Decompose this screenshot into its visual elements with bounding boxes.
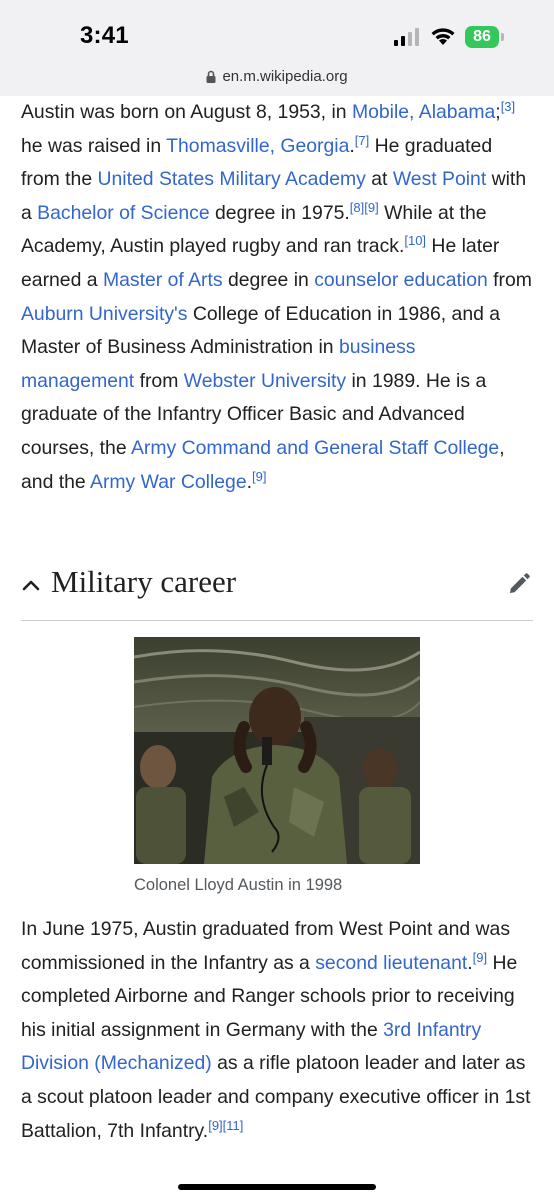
lock-icon <box>206 70 216 83</box>
text: from <box>134 369 184 392</box>
reference-9[interactable]: [9] <box>364 200 378 215</box>
status-time: 3:41 <box>80 22 129 49</box>
section-header-military-career[interactable]: Military career <box>21 560 533 621</box>
reference-11[interactable]: [11] <box>223 1118 244 1133</box>
status-bar: 3:41 86 en.m.wikipedia.org <box>0 0 554 96</box>
article-body-career: In June 1975, Austin graduated from West… <box>21 913 533 1148</box>
reference-9[interactable]: [9] <box>252 469 266 484</box>
photo-colonel-austin[interactable] <box>134 637 420 864</box>
cellular-signal-icon <box>394 28 419 46</box>
text: he was raised in <box>21 134 167 157</box>
reference-3[interactable]: [3] <box>501 99 515 114</box>
article-body: Austin was born on August 8, 1953, in Mo… <box>21 96 533 499</box>
battery-indicator: 86 <box>465 26 505 48</box>
link-west-point[interactable]: West Point <box>393 168 486 190</box>
link-second-lieutenant[interactable]: second lieutenant <box>315 952 467 974</box>
figure-caption: Colonel Lloyd Austin in 1998 <box>134 876 343 894</box>
link-thomasville-georgia[interactable]: Thomasville, Georgia <box>166 135 349 157</box>
reference-9[interactable]: [9] <box>473 950 487 965</box>
home-indicator[interactable] <box>178 1184 376 1190</box>
reference-8[interactable]: [8] <box>350 200 364 215</box>
link-army-war-college[interactable]: Army War College <box>90 471 247 493</box>
link-mobile-alabama[interactable]: Mobile, Alabama <box>352 101 495 123</box>
battery-level: 86 <box>465 26 499 48</box>
text: degree in <box>222 268 315 291</box>
reference-7[interactable]: [7] <box>355 133 369 148</box>
battery-tip <box>501 33 504 41</box>
link-army-command-general-staff-college[interactable]: Army Command and General Staff College <box>131 437 499 459</box>
career-paragraph: In June 1975, Austin graduated from West… <box>21 913 533 1148</box>
text: degree in 1975. <box>209 201 350 224</box>
reference-9[interactable]: [9] <box>208 1118 222 1133</box>
link-master-of-arts[interactable]: Master of Arts <box>103 269 223 291</box>
text: Austin was born on August 8, 1953, in <box>21 101 352 123</box>
link-auburn-university[interactable]: Auburn University's <box>21 303 187 325</box>
chevron-up-icon[interactable] <box>21 578 41 592</box>
photo-image <box>134 637 420 864</box>
edit-pencil-icon[interactable] <box>507 572 531 596</box>
text: at <box>365 168 393 191</box>
address-bar[interactable]: en.m.wikipedia.org <box>0 68 554 85</box>
section-title: Military career <box>51 564 237 599</box>
link-bachelor-of-science[interactable]: Bachelor of Science <box>37 202 209 224</box>
link-counselor-education[interactable]: counselor education <box>314 269 488 291</box>
text: from <box>487 268 532 291</box>
wifi-icon <box>431 28 455 45</box>
link-us-military-academy[interactable]: United States Military Academy <box>98 168 366 190</box>
reference-10[interactable]: [10] <box>404 233 426 248</box>
link-webster-university[interactable]: Webster University <box>184 370 346 392</box>
intro-paragraph: Austin was born on August 8, 1953, in Mo… <box>21 96 533 499</box>
url-text: en.m.wikipedia.org <box>222 68 348 85</box>
